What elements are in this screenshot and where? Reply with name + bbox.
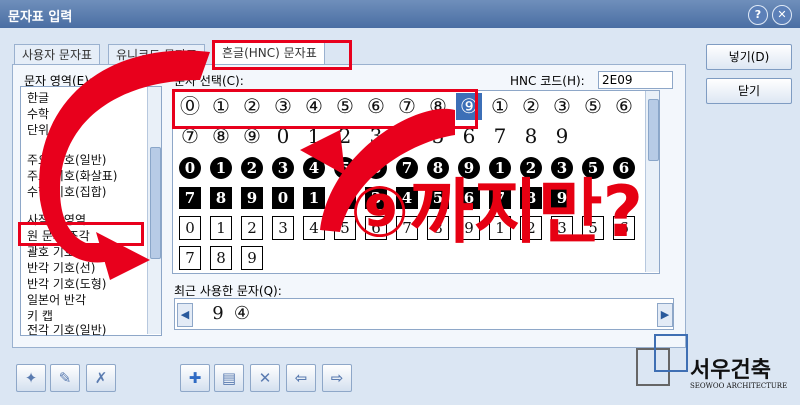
- list-item[interactable]: 반각 기호(선): [27, 261, 95, 275]
- char-cell[interactable]: 4: [301, 213, 327, 240]
- logo-square-blue: [654, 334, 688, 372]
- char-cell[interactable]: 9: [239, 183, 265, 210]
- insert-button[interactable]: 넣기(D): [706, 44, 792, 70]
- char-glyph: 0: [272, 187, 294, 209]
- list-item[interactable]: 괄호 기호: [27, 245, 75, 259]
- close-icon[interactable]: ✕: [772, 5, 792, 25]
- char-cell[interactable]: 3: [270, 213, 296, 240]
- area-list-scroll-thumb[interactable]: [150, 147, 161, 259]
- char-cell[interactable]: 3: [270, 153, 296, 180]
- window-title: 문자표 입력: [8, 10, 73, 25]
- hnc-code-label: HNC 코드(H):: [510, 74, 585, 88]
- logo-english: SEOWOO ARCHITECTURE: [690, 382, 788, 390]
- char-cell[interactable]: 7: [177, 243, 203, 270]
- list-item[interactable]: 수학 기호(집합): [27, 185, 106, 199]
- char-select-label: 문자 선택(C):: [174, 74, 244, 88]
- highlight-row: [172, 89, 478, 129]
- char-cell[interactable]: 0: [177, 213, 203, 240]
- char-glyph: 7: [179, 187, 201, 209]
- char-cell[interactable]: 8: [208, 243, 234, 270]
- char-cell[interactable]: 7: [487, 123, 513, 150]
- recent-char[interactable]: ④: [229, 300, 255, 327]
- char-glyph: 0: [179, 216, 201, 240]
- arrow-left-icon[interactable]: ⇦: [286, 364, 316, 392]
- char-cell[interactable]: 9: [549, 123, 575, 150]
- char-cell[interactable]: 8: [518, 123, 544, 150]
- char-cell[interactable]: 9: [239, 243, 265, 270]
- list-item[interactable]: 일본어 반각: [27, 293, 86, 307]
- char-cell[interactable]: 1: [208, 213, 234, 240]
- char-glyph: 7: [179, 246, 201, 270]
- edit-sparkle-icon[interactable]: ✎: [50, 364, 80, 392]
- list-item[interactable]: 한글: [27, 91, 49, 105]
- arrow-right-icon[interactable]: ⇨: [322, 364, 352, 392]
- char-cell[interactable]: ③: [549, 93, 575, 120]
- recent-chars-box: ◀ 9 ④ ▶: [174, 298, 674, 330]
- area-list[interactable]: 한글 수학 단위 주요 기호(일반) 주요 기호(화살표) 수학 기호(집합) …: [20, 86, 162, 337]
- logo-korean: 서우건축: [690, 357, 771, 383]
- char-grid-scrollbar[interactable]: [645, 91, 659, 272]
- list-item[interactable]: 키 캡: [27, 309, 53, 323]
- char-glyph: 2: [241, 216, 263, 240]
- list-item[interactable]: 전각 기호(일반): [27, 323, 106, 337]
- highlight-list-item: [18, 222, 144, 246]
- char-cell[interactable]: 0: [177, 153, 203, 180]
- char-glyph: 4: [303, 216, 325, 240]
- tab-user-chars[interactable]: 사용자 문자표: [14, 44, 101, 65]
- char-glyph: 9: [241, 187, 263, 209]
- plus-icon[interactable]: ✚: [180, 364, 210, 392]
- char-glyph: 4: [303, 157, 325, 179]
- char-cell[interactable]: 8: [208, 183, 234, 210]
- overlay-caption: ⑨까지만?: [350, 171, 644, 253]
- char-cell[interactable]: ①: [487, 93, 513, 120]
- list-item[interactable]: 반각 기호(도형): [27, 277, 106, 291]
- recent-char[interactable]: 9: [205, 300, 231, 327]
- char-cell[interactable]: 4: [301, 153, 327, 180]
- char-cell[interactable]: 1: [208, 153, 234, 180]
- char-cell[interactable]: ⑤: [580, 93, 606, 120]
- help-icon[interactable]: ?: [748, 5, 768, 25]
- char-cell[interactable]: 7: [177, 183, 203, 210]
- recent-label: 최근 사용한 문자(Q):: [174, 284, 282, 298]
- delete-sparkle-icon[interactable]: ✗: [86, 364, 116, 392]
- title-bar: 문자표 입력 ? ✕: [0, 0, 800, 28]
- insert-icon[interactable]: ▤: [214, 364, 244, 392]
- char-cell[interactable]: 0: [270, 183, 296, 210]
- char-glyph: 1: [303, 187, 325, 209]
- highlight-tab: [212, 40, 352, 70]
- char-glyph: 2: [241, 157, 263, 179]
- char-glyph: 8: [210, 246, 232, 270]
- area-list-scrollbar[interactable]: [147, 87, 161, 334]
- char-glyph: 9: [241, 246, 263, 270]
- chevron-left-icon[interactable]: ◀: [177, 303, 193, 327]
- tab-unicode-chars[interactable]: 유니코드 문자표: [108, 44, 206, 65]
- close-button[interactable]: 닫기: [706, 78, 792, 104]
- cross-icon[interactable]: ✕: [250, 364, 280, 392]
- list-item[interactable]: 주요 기호(일반): [27, 153, 106, 167]
- char-glyph: 8: [210, 187, 232, 209]
- char-cell[interactable]: 2: [239, 153, 265, 180]
- list-item[interactable]: 주요 기호(화살표): [27, 169, 117, 183]
- char-cell[interactable]: ②: [518, 93, 544, 120]
- char-cell[interactable]: 2: [239, 213, 265, 240]
- chevron-right-icon[interactable]: ▶: [657, 303, 673, 327]
- add-sparkle-icon[interactable]: ✦: [16, 364, 46, 392]
- list-item[interactable]: 단위: [27, 123, 49, 137]
- char-glyph: 3: [272, 216, 294, 240]
- char-glyph: 0: [179, 157, 201, 179]
- char-cell[interactable]: ⑥: [611, 93, 637, 120]
- char-glyph: 1: [210, 157, 232, 179]
- char-grid-scroll-thumb[interactable]: [648, 99, 659, 161]
- char-glyph: 1: [210, 216, 232, 240]
- char-glyph: 3: [272, 157, 294, 179]
- list-item[interactable]: 수학: [27, 107, 49, 121]
- hnc-code-input[interactable]: 2E09: [598, 71, 673, 89]
- char-cell[interactable]: 1: [301, 183, 327, 210]
